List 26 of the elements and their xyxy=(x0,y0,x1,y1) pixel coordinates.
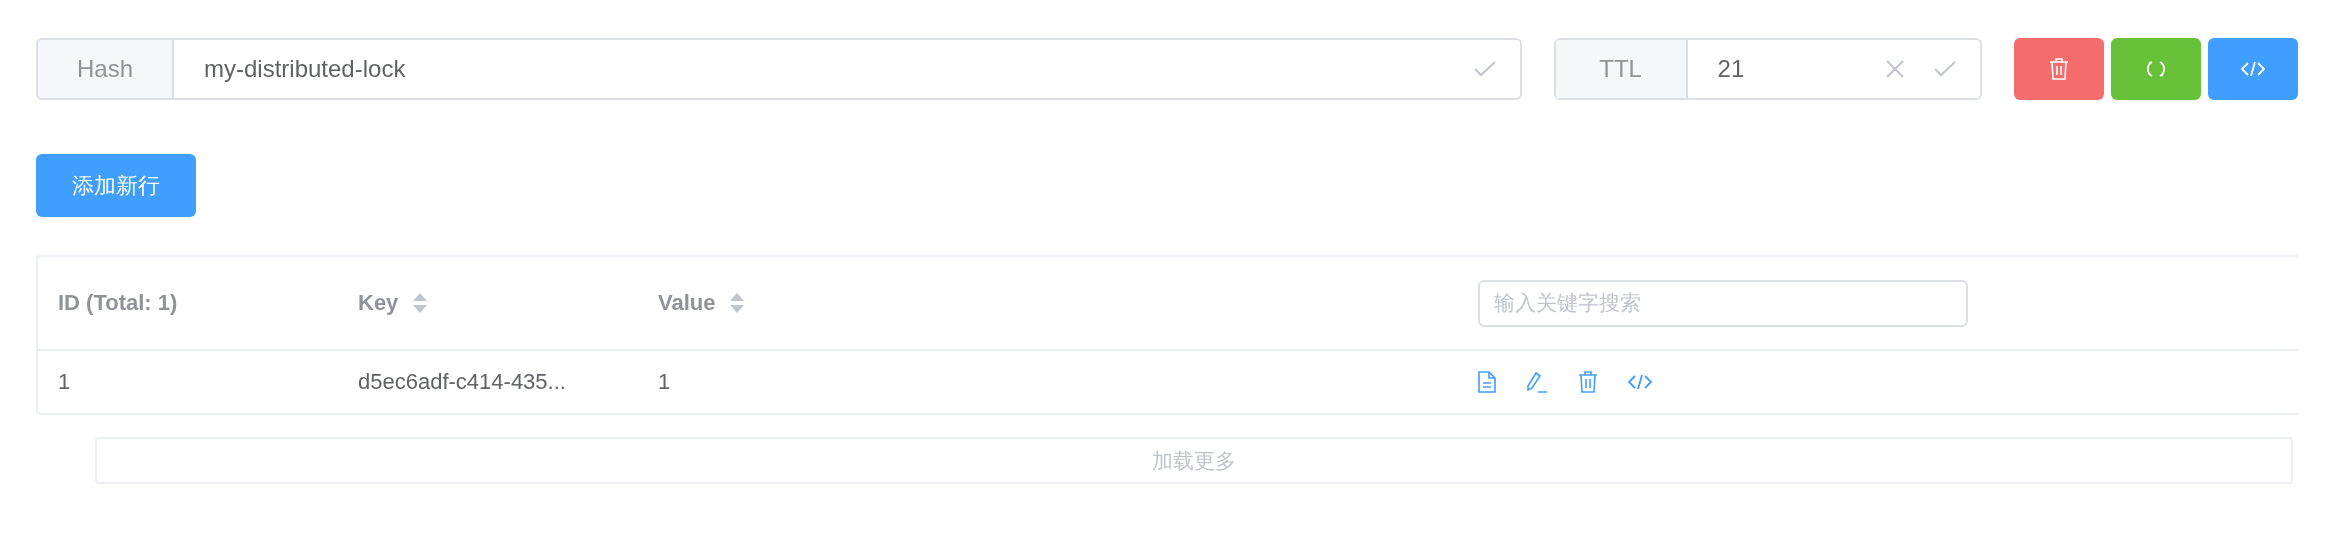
table-cell-text: 1 xyxy=(658,369,672,395)
sort-icon[interactable] xyxy=(729,292,746,314)
code-button[interactable] xyxy=(2208,38,2298,100)
key-name-field[interactable]: my-distributed-lock xyxy=(204,55,1444,83)
column-header: ID (Total: 1) xyxy=(58,290,178,316)
refresh-icon xyxy=(2146,59,2166,79)
delete-button[interactable] xyxy=(2014,38,2104,100)
sort-icon[interactable] xyxy=(412,292,429,314)
hash-label: Hash xyxy=(38,40,174,98)
document-icon[interactable] xyxy=(1478,371,1496,393)
check-icon[interactable] xyxy=(1473,61,1496,77)
code-icon[interactable] xyxy=(1628,374,1652,390)
search-field[interactable]: 输入关键字搜索 xyxy=(1478,279,1968,327)
code-icon xyxy=(2241,61,2265,77)
column-header: Key xyxy=(358,290,399,316)
trash-icon xyxy=(2049,58,2069,80)
check-icon[interactable] xyxy=(1934,61,1956,77)
ttl-field[interactable]: 21 xyxy=(1717,55,1856,83)
close-icon[interactable] xyxy=(1886,60,1904,78)
table-cell-text: 1 xyxy=(58,369,72,395)
delete-icon[interactable] xyxy=(1578,371,1598,393)
column-header: Value xyxy=(658,290,716,316)
ttl-label: TTL xyxy=(1555,40,1688,98)
edit-icon[interactable] xyxy=(1526,371,1548,393)
table-cell-text: d5ec6adf-c414-435... xyxy=(358,369,567,395)
refresh-button[interactable] xyxy=(2111,38,2201,100)
